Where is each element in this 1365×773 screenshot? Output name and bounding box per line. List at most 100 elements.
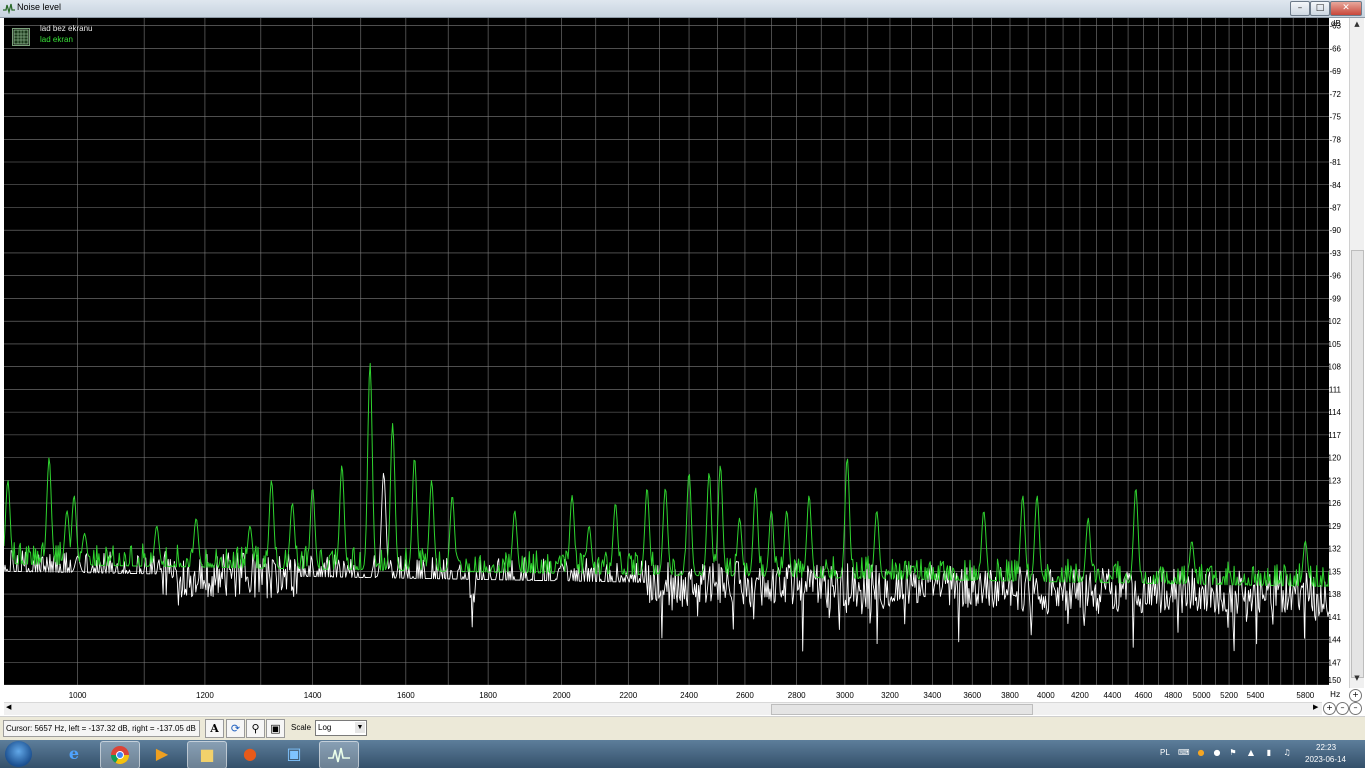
tray-app-icon[interactable]: ● [1196, 748, 1206, 758]
scroll-down-arrow-icon[interactable]: ▼ [1352, 674, 1362, 684]
y-tick-label: -138 [1329, 590, 1342, 599]
save-icon[interactable]: ▣ [266, 719, 285, 738]
noise-level-icon[interactable] [319, 741, 359, 769]
y-tick-label: -66 [1329, 44, 1341, 53]
ie-icon[interactable]: e [55, 741, 93, 767]
window-title: Noise level [17, 2, 62, 12]
x-tick-label: 4600 [1135, 691, 1153, 700]
clock-date[interactable]: 2023-06-14 [1305, 755, 1346, 764]
app-orange-icon[interactable]: ● [231, 741, 269, 767]
x-tick-label: 3600 [963, 691, 981, 700]
scroll-up-arrow-icon[interactable]: ▲ [1352, 20, 1362, 30]
minimize-button[interactable]: – [1290, 1, 1310, 16]
x-tick-label: 1600 [397, 691, 415, 700]
x-tick-label: 1200 [196, 691, 214, 700]
x-tick-label: 3800 [1001, 691, 1019, 700]
horizontal-scroll-thumb[interactable] [771, 704, 1033, 715]
close-button[interactable]: ✕ [1330, 1, 1362, 16]
volume-icon[interactable]: ♫ [1282, 748, 1292, 758]
zoom-out-icon[interactable]: – [1336, 702, 1349, 715]
y-tick-label: -84 [1329, 181, 1341, 190]
chevron-down-icon: ▼ [355, 722, 365, 733]
x-tick-label: 2400 [680, 691, 698, 700]
x-tick-label: 5200 [1220, 691, 1238, 700]
scale-dropdown[interactable]: Log ▼ [315, 720, 367, 736]
noise-level-glyph [328, 747, 350, 763]
x-tick-label: 2800 [788, 691, 806, 700]
clock-time[interactable]: 22:23 [1316, 743, 1336, 752]
y-tick-label: -102 [1329, 317, 1342, 326]
legend-grid-glyph [13, 29, 29, 45]
x-tick-label: 1400 [304, 691, 322, 700]
y-tick-label: -111 [1329, 385, 1342, 394]
y-tick-label: -87 [1329, 203, 1341, 212]
y-tick-label: -105 [1329, 340, 1342, 349]
x-axis: 1000 1200 1400 1600 1800 2000 2200 2400 2600 2800… [4, 687, 1329, 701]
flag-icon[interactable]: ⚑ [1228, 748, 1238, 758]
y-tick-label: -129 [1329, 522, 1342, 531]
horizontal-scrollbar[interactable]: ◀ ▶ [4, 702, 1322, 715]
zoom-tool-icon[interactable]: ⚲ [246, 719, 265, 738]
legend-grid-icon[interactable] [12, 28, 30, 46]
y-tick-label: -141 [1329, 613, 1342, 622]
y-tick-label: -96 [1329, 272, 1341, 281]
y-tick-label: -99 [1329, 294, 1341, 303]
y-tick-label: -69 [1329, 67, 1341, 76]
vertical-scrollbar[interactable]: ▲ ▼ [1349, 18, 1364, 688]
y-tick-label: -135 [1329, 567, 1342, 576]
y-tick-label: -147 [1329, 658, 1342, 667]
status-bar: Cursor: 5657 Hz, left = -137.32 dB, righ… [0, 716, 1365, 741]
y-axis: dB-63-66-69-72-75-78-81-84-87-90-93-96-9… [1329, 18, 1342, 685]
y-tick-label: -117 [1329, 431, 1342, 440]
zoom-in-icon[interactable]: + [1349, 689, 1362, 702]
start-icon[interactable] [5, 741, 32, 767]
y-tick-label: -90 [1329, 226, 1341, 235]
y-tick-label: -108 [1329, 363, 1342, 372]
zoom-in-icon[interactable]: + [1323, 702, 1336, 715]
x-tick-label: 1800 [479, 691, 497, 700]
vertical-scroll-thumb[interactable] [1351, 250, 1364, 678]
y-tick-label: -93 [1329, 249, 1341, 258]
y-tick-label: -75 [1329, 113, 1341, 122]
x-tick-label: 5000 [1193, 691, 1211, 700]
y-tick-label: -123 [1329, 476, 1342, 485]
y-tick-label: -126 [1329, 499, 1342, 508]
x-tick-label: 5400 [1247, 691, 1265, 700]
scale-label: Scale [291, 723, 312, 732]
x-tick-label: 1000 [69, 691, 87, 700]
y-tick-label: -78 [1329, 135, 1341, 144]
y-tick-label: -63 [1329, 22, 1341, 31]
x-axis-unit: Hz [1330, 690, 1341, 699]
legend-entry-lad-ekran: lad ekran [40, 35, 73, 44]
x-tick-label: 2000 [553, 691, 571, 700]
x-tick-label: 4200 [1071, 691, 1089, 700]
app-icon [3, 3, 15, 14]
keyboard-icon[interactable]: ⌨ [1178, 748, 1190, 758]
y-tick-label: -144 [1329, 636, 1342, 645]
refresh-icon[interactable]: ⟳ [226, 719, 245, 738]
explorer-icon[interactable]: ■ [187, 741, 227, 769]
plot-area[interactable]: lad bez ekranu lad ekran [4, 18, 1329, 685]
scroll-left-arrow-icon[interactable]: ◀ [6, 703, 11, 711]
scroll-right-arrow-icon[interactable]: ▶ [1313, 703, 1318, 711]
x-tick-label: 5800 [1296, 691, 1314, 700]
y-tick-label: -120 [1329, 454, 1342, 463]
signal-bars-icon[interactable]: ▮ [1264, 748, 1274, 758]
language-indicator[interactable]: PL [1160, 748, 1170, 757]
x-tick-label: 3000 [836, 691, 854, 700]
y-tick-label: -72 [1329, 90, 1341, 99]
chrome-icon[interactable] [100, 741, 140, 769]
taskbar: e ▶ ■ ● ▣ PL ⌨ ● ● ⚑ ▲ ▮ ♫ 22:23 2023-06… [0, 740, 1365, 769]
media-player-icon[interactable]: ▶ [143, 741, 181, 767]
photo-icon[interactable]: ▣ [275, 741, 313, 767]
x-tick-label: 4400 [1103, 691, 1121, 700]
tray-app-icon[interactable]: ● [1212, 748, 1222, 758]
x-tick-label: 3200 [881, 691, 899, 700]
x-tick-label: 2600 [736, 691, 754, 700]
y-tick-label: -81 [1329, 158, 1341, 167]
title-bar[interactable]: Noise level – □ ✕ [0, 0, 1365, 18]
text-tool-icon[interactable]: A [205, 719, 224, 738]
zoom-out-icon[interactable]: – [1349, 702, 1362, 715]
maximize-button[interactable]: □ [1310, 1, 1330, 16]
network-signal-icon[interactable]: ▲ [1246, 748, 1256, 758]
